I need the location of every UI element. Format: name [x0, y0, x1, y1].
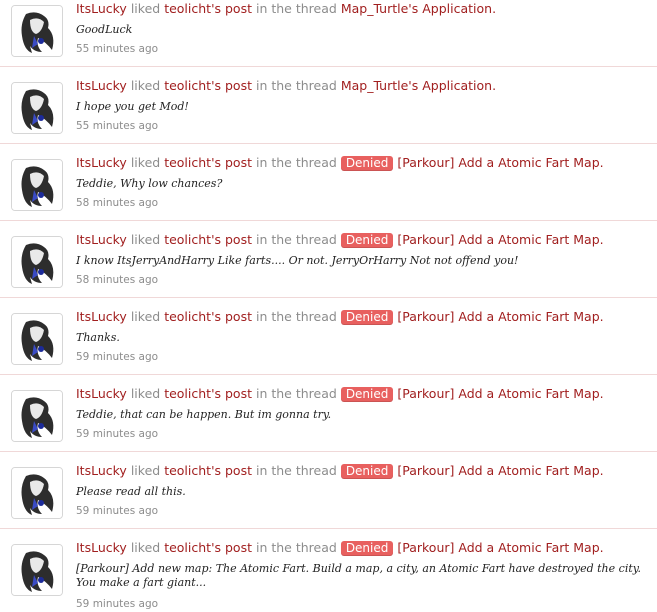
timestamp: 59 minutes ago	[76, 351, 159, 363]
headline: ItsLucky liked teolicht's post in the th…	[76, 386, 604, 402]
denied-prefix-badge: Denied	[340, 464, 394, 479]
post-link[interactable]: teolicht's post	[164, 463, 252, 478]
post-snippet: [Parkour] Add new map: The Atomic Fart. …	[76, 562, 642, 589]
post-snippet: Teddie, Why low chances?	[76, 177, 223, 190]
avatar[interactable]	[11, 82, 63, 134]
post-snippet: GoodLuck	[76, 23, 133, 36]
thread-prefix-text: [Parkour]	[397, 386, 455, 401]
post-snippet: Teddie, that can be happen. But im gonna…	[76, 408, 332, 421]
list-item: ItsLucky liked teolicht's post in the th…	[0, 385, 657, 452]
list-item: ItsLucky liked teolicht's post in the th…	[0, 77, 657, 144]
timestamp: 59 minutes ago	[76, 428, 159, 440]
post-snippet: I hope you get Mod!	[76, 100, 189, 113]
user-link[interactable]: ItsLucky	[76, 463, 127, 478]
headline: ItsLucky liked teolicht's post in the th…	[76, 309, 604, 325]
in-thread-text: in the thread	[255, 386, 337, 401]
user-link[interactable]: ItsLucky	[76, 1, 127, 16]
user-link[interactable]: ItsLucky	[76, 78, 127, 93]
avatar[interactable]	[11, 159, 63, 211]
timestamp: 55 minutes ago	[76, 43, 159, 55]
action-text: liked	[130, 1, 161, 16]
post-link[interactable]: teolicht's post	[164, 78, 252, 93]
avatar[interactable]	[11, 467, 63, 519]
user-link[interactable]: ItsLucky	[76, 386, 127, 401]
timestamp: 59 minutes ago	[76, 505, 159, 517]
thread-link[interactable]: Add a Atomic Fart Map.	[458, 463, 603, 478]
user-link[interactable]: ItsLucky	[76, 155, 127, 170]
list-item: ItsLucky liked teolicht's post in the th…	[0, 539, 657, 612]
list-item: ItsLucky liked teolicht's post in the th…	[0, 0, 657, 67]
avatar[interactable]	[11, 313, 63, 365]
in-thread-text: in the thread	[255, 78, 337, 93]
headline: ItsLucky liked teolicht's post in the th…	[76, 1, 496, 17]
thread-prefix-text: [Parkour]	[397, 309, 455, 324]
avatar[interactable]	[11, 544, 63, 596]
thread-link[interactable]: Map_Turtle's Application.	[341, 1, 496, 16]
thread-prefix-text: [Parkour]	[397, 155, 455, 170]
thread-link[interactable]: Map_Turtle's Application.	[341, 78, 496, 93]
denied-prefix-badge: Denied	[340, 541, 394, 556]
list-item: ItsLucky liked teolicht's post in the th…	[0, 462, 657, 529]
timestamp: 58 minutes ago	[76, 197, 159, 209]
post-link[interactable]: teolicht's post	[164, 540, 252, 555]
thread-link[interactable]: Add a Atomic Fart Map.	[458, 386, 603, 401]
denied-prefix-badge: Denied	[340, 233, 394, 248]
post-link[interactable]: teolicht's post	[164, 309, 252, 324]
action-text: liked	[130, 386, 161, 401]
list-item: ItsLucky liked teolicht's post in the th…	[0, 308, 657, 375]
thread-link[interactable]: Add a Atomic Fart Map.	[458, 540, 603, 555]
headline: ItsLucky liked teolicht's post in the th…	[76, 78, 496, 94]
in-thread-text: in the thread	[255, 463, 337, 478]
headline: ItsLucky liked teolicht's post in the th…	[76, 155, 604, 171]
avatar[interactable]	[11, 236, 63, 288]
denied-prefix-badge: Denied	[340, 310, 394, 325]
user-link[interactable]: ItsLucky	[76, 232, 127, 247]
action-text: liked	[130, 463, 161, 478]
headline: ItsLucky liked teolicht's post in the th…	[76, 232, 604, 248]
denied-prefix-badge: Denied	[340, 156, 394, 171]
avatar[interactable]	[11, 390, 63, 442]
thread-link[interactable]: Add a Atomic Fart Map.	[458, 309, 603, 324]
thread-prefix-text: [Parkour]	[397, 540, 455, 555]
post-link[interactable]: teolicht's post	[164, 155, 252, 170]
post-link[interactable]: teolicht's post	[164, 232, 252, 247]
denied-prefix-badge: Denied	[340, 387, 394, 402]
action-text: liked	[130, 155, 161, 170]
list-item: ItsLucky liked teolicht's post in the th…	[0, 154, 657, 221]
headline: ItsLucky liked teolicht's post in the th…	[76, 540, 604, 556]
thread-link[interactable]: Add a Atomic Fart Map.	[458, 155, 603, 170]
list-item: ItsLucky liked teolicht's post in the th…	[0, 231, 657, 298]
avatar[interactable]	[11, 5, 63, 57]
headline: ItsLucky liked teolicht's post in the th…	[76, 463, 604, 479]
in-thread-text: in the thread	[255, 155, 337, 170]
timestamp: 58 minutes ago	[76, 274, 159, 286]
in-thread-text: in the thread	[255, 232, 337, 247]
post-link[interactable]: teolicht's post	[164, 1, 252, 16]
timestamp: 59 minutes ago	[76, 598, 159, 610]
timestamp: 55 minutes ago	[76, 120, 159, 132]
thread-link[interactable]: Add a Atomic Fart Map.	[458, 232, 603, 247]
thread-prefix-text: [Parkour]	[397, 463, 455, 478]
action-text: liked	[130, 78, 161, 93]
post-snippet: Thanks.	[76, 331, 120, 344]
in-thread-text: in the thread	[255, 1, 337, 16]
in-thread-text: in the thread	[255, 540, 337, 555]
user-link[interactable]: ItsLucky	[76, 309, 127, 324]
action-text: liked	[130, 540, 161, 555]
post-snippet: I know ItsJerryAndHarry Like farts.... O…	[76, 254, 519, 267]
post-snippet: Please read all this.	[76, 485, 186, 498]
action-text: liked	[130, 309, 161, 324]
thread-prefix-text: [Parkour]	[397, 232, 455, 247]
post-link[interactable]: teolicht's post	[164, 386, 252, 401]
in-thread-text: in the thread	[255, 309, 337, 324]
action-text: liked	[130, 232, 161, 247]
user-link[interactable]: ItsLucky	[76, 540, 127, 555]
